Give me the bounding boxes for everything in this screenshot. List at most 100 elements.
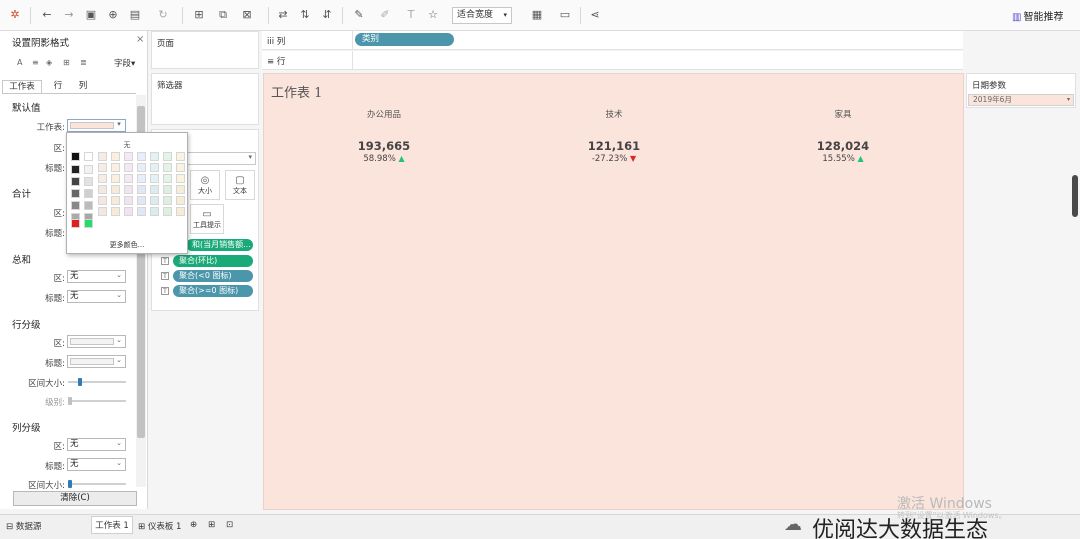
category-pill[interactable]: 类别	[355, 33, 454, 46]
color-swatch[interactable]	[176, 163, 185, 172]
color-swatch[interactable]	[137, 174, 146, 183]
color-swatch[interactable]	[176, 196, 185, 205]
color-swatch[interactable]	[150, 174, 159, 183]
color-swatch[interactable]	[98, 207, 107, 216]
sort-desc-icon[interactable]: ⇵	[320, 8, 334, 22]
field-dropdown[interactable]: 字段▾	[114, 57, 135, 69]
marks-pill[interactable]: 聚合(>=0 图标)	[173, 285, 253, 297]
vertical-scrollbar[interactable]	[1072, 175, 1078, 217]
row-band-size-slider[interactable]	[68, 378, 126, 386]
dashboard-tab[interactable]: ⊞ 仪表板 1	[138, 520, 181, 532]
date-parameter-select[interactable]: 2019年6月 ▾	[968, 94, 1074, 106]
datasource-tab[interactable]: ⊟ 数据源	[6, 520, 41, 532]
slider-handle[interactable]	[68, 480, 72, 488]
color-swatch[interactable]	[150, 196, 159, 205]
color-swatch[interactable]	[137, 207, 146, 216]
color-swatch[interactable]	[176, 185, 185, 194]
color-swatch[interactable]	[150, 185, 159, 194]
highlight-icon[interactable]: ✎	[352, 8, 366, 22]
color-swatch[interactable]	[84, 177, 93, 186]
color-swatch[interactable]	[163, 196, 172, 205]
borders-icon[interactable]: ⊞	[63, 58, 70, 67]
color-swatch[interactable]	[124, 196, 133, 205]
new-dashboard-icon[interactable]: ⊞	[208, 520, 215, 530]
color-swatch[interactable]	[124, 185, 133, 194]
color-swatch[interactable]	[84, 219, 93, 228]
no-color-option[interactable]: 无	[67, 140, 187, 150]
filters-card[interactable]: 筛选器	[151, 73, 259, 125]
new-story-icon[interactable]: ⊡	[226, 520, 233, 530]
new-sheet-icon[interactable]: ⊕	[190, 520, 197, 530]
color-swatch[interactable]	[176, 152, 185, 161]
color-swatch[interactable]	[71, 219, 80, 228]
color-swatch[interactable]	[111, 185, 120, 194]
tab-sheet1[interactable]: 工作表 1	[91, 516, 133, 534]
color-swatch[interactable]	[98, 185, 107, 194]
color-swatch[interactable]	[111, 174, 120, 183]
color-swatch[interactable]	[111, 163, 120, 172]
color-swatch[interactable]	[84, 152, 93, 161]
marks-pill[interactable]: 和(当月销售额...	[186, 239, 253, 251]
col-band-size-slider[interactable]	[68, 480, 126, 488]
slider-handle[interactable]	[68, 397, 72, 405]
color-swatch[interactable]	[98, 152, 107, 161]
more-colors-link[interactable]: 更多颜色...	[67, 240, 187, 250]
tab-rows[interactable]: 行	[48, 80, 68, 93]
col-band-select[interactable]: 无 ⌄	[67, 438, 126, 451]
color-swatch[interactable]	[124, 163, 133, 172]
color-swatch[interactable]	[163, 174, 172, 183]
color-swatch[interactable]	[176, 207, 185, 216]
marks-pill[interactable]: 聚合(环比)	[173, 255, 253, 267]
color-swatch[interactable]	[71, 177, 80, 186]
shading-icon[interactable]: ◈	[46, 58, 52, 67]
rows-shelf[interactable]: ≡ 行	[262, 51, 963, 70]
clear-button[interactable]: 清除(C)	[13, 491, 137, 506]
color-swatch[interactable]	[98, 174, 107, 183]
pause-update-icon[interactable]: ▤	[128, 8, 142, 22]
sheet-shading-select[interactable]: ▾	[67, 119, 126, 132]
align-icon[interactable]: ≡	[32, 58, 39, 67]
share-icon[interactable]: ⋖	[588, 8, 602, 22]
color-swatch[interactable]	[150, 163, 159, 172]
color-swatch[interactable]	[163, 163, 172, 172]
tooltip-button[interactable]: ▭ 工具提示	[190, 204, 224, 234]
new-sheet-icon[interactable]: ⊞	[192, 8, 206, 22]
color-swatch[interactable]	[84, 189, 93, 198]
color-swatch[interactable]	[98, 196, 107, 205]
color-swatch[interactable]	[84, 165, 93, 174]
undo-icon[interactable]: ←	[40, 8, 54, 22]
font-icon[interactable]: A	[17, 58, 22, 67]
presentation-icon[interactable]: ▭	[558, 8, 572, 22]
color-swatch[interactable]	[84, 201, 93, 210]
color-swatch[interactable]	[71, 201, 80, 210]
color-swatch[interactable]	[71, 152, 80, 161]
save-icon[interactable]: ▣	[84, 8, 98, 22]
color-swatch[interactable]	[137, 196, 146, 205]
color-swatch[interactable]	[176, 174, 185, 183]
clear-sheet-icon[interactable]: ⊠	[240, 8, 254, 22]
marks-pill[interactable]: 聚合(<0 图标)	[173, 270, 253, 282]
group-icon[interactable]: ✐	[378, 8, 392, 22]
row-band-select[interactable]: ⌄	[67, 335, 126, 348]
color-swatch[interactable]	[124, 174, 133, 183]
redo-icon[interactable]: →	[62, 8, 76, 22]
fit-width-select[interactable]: 适合宽度 ▾	[452, 7, 512, 24]
color-swatch[interactable]	[137, 152, 146, 161]
tab-sheet[interactable]: 工作表	[2, 80, 42, 93]
color-swatch[interactable]	[71, 189, 80, 198]
size-button[interactable]: ◎ 大小	[190, 170, 220, 200]
refresh-icon[interactable]: ↻	[156, 8, 170, 22]
slider-handle[interactable]	[78, 378, 82, 386]
row-level-slider[interactable]	[68, 397, 126, 405]
row-header-select[interactable]: ⌄	[67, 355, 126, 368]
color-swatch[interactable]	[163, 185, 172, 194]
color-swatch[interactable]	[124, 207, 133, 216]
color-swatch[interactable]	[71, 165, 80, 174]
tableau-logo-icon[interactable]: ✲	[8, 8, 22, 22]
text-button[interactable]: ▢ 文本	[225, 170, 255, 200]
col-header-select[interactable]: 无 ⌄	[67, 458, 126, 471]
pages-card[interactable]: 页面	[151, 31, 259, 69]
grand-band-select[interactable]: 无 ⌄	[67, 270, 126, 283]
color-swatch[interactable]	[111, 152, 120, 161]
labels-icon[interactable]: T	[404, 8, 418, 22]
